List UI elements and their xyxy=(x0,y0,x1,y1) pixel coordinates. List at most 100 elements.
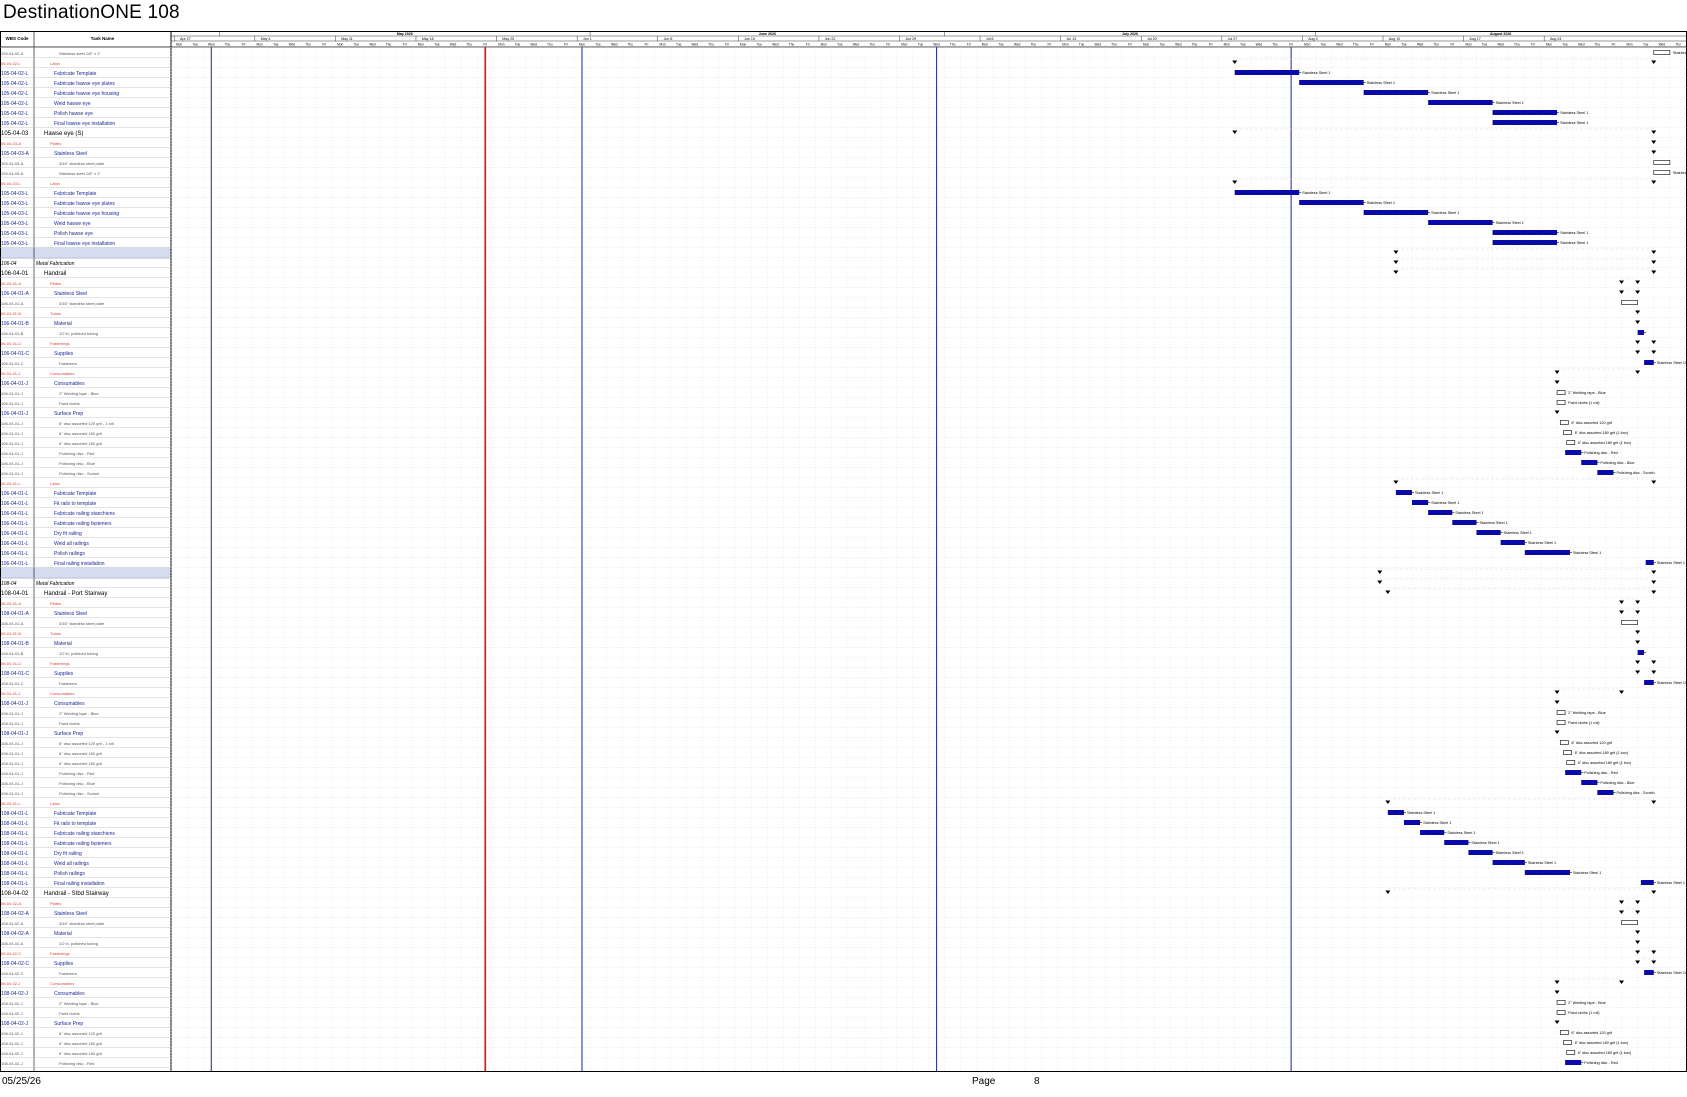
footer-page-number: 8 xyxy=(1034,1076,1040,1087)
gantt-bar xyxy=(1412,500,1429,505)
gantt-bar xyxy=(1524,550,1570,555)
bar-label: Stainless Steel 1 xyxy=(1528,541,1556,545)
day-label: Wed xyxy=(772,43,779,47)
gantt-bracket xyxy=(1566,440,1576,445)
summary-end-marker xyxy=(1619,690,1625,694)
summary-start-marker xyxy=(1651,140,1657,144)
week-label: Jul 13 xyxy=(1066,37,1076,41)
day-label: Wed xyxy=(208,43,215,47)
gantt-bar xyxy=(1452,520,1477,525)
day-label: Fri xyxy=(403,43,407,47)
day-label: Thu xyxy=(1514,43,1520,47)
day-label: Wed xyxy=(530,43,537,47)
day-label: Mon xyxy=(579,43,585,47)
day-label: Thu xyxy=(1111,43,1117,47)
day-label: Tue xyxy=(1643,43,1649,47)
month-label: August 2026 xyxy=(1490,32,1511,36)
bar-label: Stainless Steel 1 xyxy=(1367,81,1395,85)
day-label: Thu xyxy=(1433,43,1439,47)
summary-start-marker xyxy=(1554,700,1560,704)
bar-label: Stainless Steel 1 xyxy=(1496,221,1524,225)
day-label: Fri xyxy=(242,43,246,47)
week-label: Jun 1 xyxy=(583,37,592,41)
day-label: Mon xyxy=(498,43,504,47)
gantt-bracket xyxy=(1556,1000,1566,1005)
summary-end-marker xyxy=(1635,290,1641,294)
bar-label: Stainless Steel 1 xyxy=(1560,231,1588,235)
day-label: Tue xyxy=(1160,43,1166,47)
summary-end-marker xyxy=(1635,370,1641,374)
section-row-bg xyxy=(0,567,171,578)
bar-label: Stainless Steel 1 xyxy=(1302,191,1330,195)
summary-start-marker xyxy=(1232,60,1238,64)
day-label: Fri xyxy=(1450,43,1454,47)
day-label: Wed xyxy=(1175,43,1182,47)
day-label: Tue xyxy=(1079,43,1085,47)
footer-divider xyxy=(0,1071,1090,1072)
summary-start-marker xyxy=(1393,250,1399,254)
day-label: Wed xyxy=(1417,43,1424,47)
gantt-bracket xyxy=(1556,390,1566,395)
gantt-bar xyxy=(1637,330,1645,335)
day-label: Tue xyxy=(757,43,763,47)
bar-label: Stainless Steel 1 xyxy=(1431,211,1459,215)
gantt-bar xyxy=(1565,1060,1582,1065)
gantt-bar xyxy=(1644,360,1654,365)
week-label: Apr 27 xyxy=(180,37,191,41)
summary-start-marker xyxy=(1554,980,1560,984)
day-label: Tue xyxy=(1562,43,1568,47)
summary-start-marker xyxy=(1635,320,1641,324)
gantt-bar xyxy=(1403,820,1421,825)
summary-end-marker xyxy=(1635,910,1641,914)
day-label: Thu xyxy=(1595,43,1601,47)
gantt-bracket xyxy=(1556,400,1566,405)
summary-start-marker xyxy=(1554,380,1560,384)
summary-end-marker xyxy=(1651,340,1657,344)
summary-end-marker xyxy=(1651,250,1657,254)
bar-label: Polishing disc - Red xyxy=(1584,451,1618,455)
gantt-bracket xyxy=(1653,170,1671,175)
day-label: Thu xyxy=(1353,43,1359,47)
day-label: Fri xyxy=(1531,43,1535,47)
month-label: May 2026 xyxy=(397,32,413,36)
bar-label: Stainless Steel 1 xyxy=(1560,111,1588,115)
day-label: Fri xyxy=(1289,43,1293,47)
bar-label: Paint cloths (1 roll) xyxy=(1568,1011,1600,1015)
summary-end-marker xyxy=(1651,670,1657,674)
gantt-bar xyxy=(1524,870,1570,875)
bar-label: Stainless Steel 1 xyxy=(1302,71,1330,75)
bar-label: 6" disc assorted 120 grit xyxy=(1571,1031,1613,1035)
day-label: Wed xyxy=(933,43,940,47)
week-label: Aug 10 xyxy=(1389,37,1400,41)
gantt-bar xyxy=(1597,790,1614,795)
summary-end-marker xyxy=(1619,980,1625,984)
summary-end-marker xyxy=(1651,570,1657,574)
week-label: Jun 29 xyxy=(905,37,916,41)
day-label: Fri xyxy=(967,43,971,47)
summary-end-marker xyxy=(1651,590,1657,594)
gantt-bracket xyxy=(1556,710,1566,715)
summary-start-marker xyxy=(1635,960,1641,964)
bar-label: Polishing disc - Scotch xyxy=(1616,791,1654,795)
day-label: Wed xyxy=(611,43,618,47)
day-label: Thu xyxy=(386,43,392,47)
week-label: Jun 8 xyxy=(664,37,673,41)
gantt-bar xyxy=(1500,540,1525,545)
gantt-bar xyxy=(1234,70,1300,75)
summary-start-marker xyxy=(1385,890,1391,894)
summary-start-marker xyxy=(1635,670,1641,674)
day-label: Wed xyxy=(853,43,860,47)
week-label: May 25 xyxy=(502,37,514,41)
bar-label: Polishing disc - Blue xyxy=(1600,461,1634,465)
gantt-bracket xyxy=(1621,920,1638,925)
bar-label: Stainless Steel 1 xyxy=(1415,491,1443,495)
summary-start-marker xyxy=(1635,310,1641,314)
week-label: May 11 xyxy=(341,37,353,41)
day-label: Thu xyxy=(1031,43,1037,47)
bar-label: Stainless Steel 1 xyxy=(1455,511,1483,515)
gantt-bracket xyxy=(1563,750,1572,755)
bar-label: Stainless Steel 1 xyxy=(1496,851,1524,855)
summary-start-marker xyxy=(1393,480,1399,484)
bar-label: Stainless Steel 1/4" x 1-1/2" xyxy=(1657,971,1687,975)
week-label: Aug 3 xyxy=(1308,37,1317,41)
